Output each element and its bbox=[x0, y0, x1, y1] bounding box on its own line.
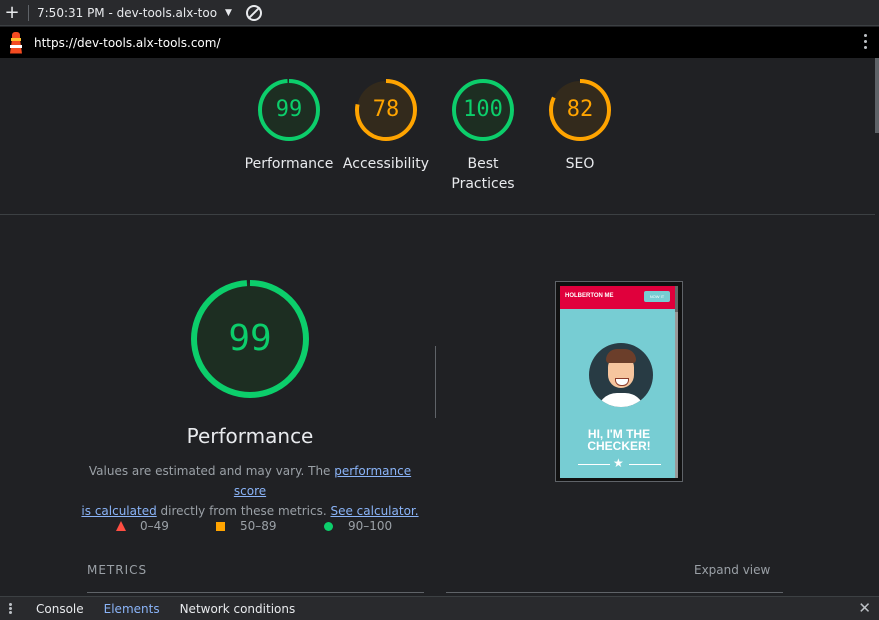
legend-average: 50–89 bbox=[216, 519, 277, 533]
gauge-best-practices[interactable]: 100 Best Practices bbox=[433, 78, 533, 194]
metrics-divider bbox=[87, 592, 424, 593]
gauge-label-line: Practices bbox=[451, 176, 515, 192]
performance-score: 99 bbox=[228, 318, 272, 359]
scrollbar-thumb[interactable] bbox=[875, 58, 879, 133]
gauge-score: 100 bbox=[463, 97, 503, 122]
scrollbar[interactable] bbox=[875, 58, 879, 594]
devtools-drawer: Console Elements Network conditions ✕ bbox=[0, 596, 879, 620]
toolbar-divider bbox=[28, 4, 29, 21]
desc-text: Values are estimated and may vary. The bbox=[88, 464, 335, 478]
drawer-menu-icon[interactable] bbox=[9, 602, 12, 615]
screenshot-image: HOLBERTON ME NOW IT HI, I'M THE CHECKER! … bbox=[560, 286, 678, 478]
tab-console[interactable]: Console bbox=[26, 598, 94, 620]
devtools-toolbar: + 7:50:31 PM - dev-tools.alx-too ▼ bbox=[0, 0, 879, 26]
screenshot-headline: HI, I'M THE CHECKER! bbox=[560, 428, 678, 452]
performance-title: Performance bbox=[186, 424, 314, 448]
legend-pass: 90–100 bbox=[324, 519, 392, 533]
square-icon bbox=[216, 521, 225, 531]
new-report-icon[interactable]: + bbox=[0, 0, 24, 26]
screenshot-button: NOW IT bbox=[644, 291, 670, 302]
legend-pass-label: 90–100 bbox=[348, 519, 393, 533]
legend-fail: 0–49 bbox=[116, 519, 169, 533]
report-selector-label[interactable]: 7:50:31 PM - dev-tools.alx-too bbox=[37, 6, 217, 20]
headline-line: CHECKER! bbox=[587, 439, 651, 453]
see-calculator-link[interactable]: See calculator. bbox=[330, 504, 418, 518]
screenshot-scrollbar bbox=[675, 286, 678, 478]
screenshot-header: HOLBERTON ME NOW IT bbox=[560, 286, 678, 309]
performance-description: Values are estimated and may vary. The p… bbox=[80, 461, 420, 521]
gauge-label-line: Best bbox=[467, 156, 499, 172]
legend-average-label: 50–89 bbox=[240, 519, 277, 533]
gauge-ring: 82 bbox=[548, 78, 612, 142]
vertical-divider bbox=[435, 346, 436, 418]
report-url-bar: https://dev-tools.alx-tools.com/ bbox=[0, 27, 879, 58]
legend-fail-label: 0–49 bbox=[140, 519, 169, 533]
metrics-heading: METRICS bbox=[87, 563, 148, 577]
triangle-icon bbox=[116, 521, 126, 531]
screenshot-rule bbox=[578, 464, 610, 465]
is-calculated-link[interactable]: is calculated bbox=[81, 504, 156, 518]
gauge-label: Best Practices bbox=[433, 154, 533, 194]
circle-icon bbox=[324, 521, 333, 531]
category-gauges: 99 Performance 78 Accessibility 100 Best… bbox=[0, 58, 875, 215]
report-url[interactable]: https://dev-tools.alx-tools.com/ bbox=[34, 36, 221, 50]
metrics-divider bbox=[446, 592, 783, 593]
performance-gauge: 99 bbox=[190, 279, 310, 399]
lighthouse-logo-icon bbox=[8, 31, 24, 54]
gauge-label: Accessibility bbox=[342, 156, 430, 172]
tab-elements[interactable]: Elements bbox=[94, 598, 170, 620]
gauge-score: 99 bbox=[275, 97, 303, 122]
more-options-icon[interactable] bbox=[864, 34, 867, 52]
gauge-accessibility[interactable]: 78 Accessibility bbox=[336, 78, 436, 174]
screenshot-rule bbox=[629, 464, 661, 465]
chevron-down-icon[interactable]: ▼ bbox=[225, 8, 232, 18]
gauge-ring: 100 bbox=[451, 78, 515, 142]
gauge-seo[interactable]: 82 SEO bbox=[530, 78, 630, 174]
gauge-label: Performance bbox=[244, 156, 334, 172]
gauge-score: 78 bbox=[372, 97, 400, 122]
final-screenshot[interactable]: HOLBERTON ME NOW IT HI, I'M THE CHECKER! … bbox=[555, 281, 683, 482]
avatar bbox=[589, 343, 653, 407]
gauge-ring: 99 bbox=[257, 78, 321, 142]
gauge-ring: 78 bbox=[354, 78, 418, 142]
gauge-performance[interactable]: 99 Performance bbox=[239, 78, 339, 174]
star-icon: ★ bbox=[613, 456, 624, 470]
tab-network-conditions[interactable]: Network conditions bbox=[170, 598, 306, 620]
screenshot-brand: HOLBERTON ME bbox=[565, 293, 614, 299]
gauge-label: SEO bbox=[565, 156, 595, 172]
expand-view-toggle[interactable]: Expand view bbox=[694, 563, 770, 577]
close-icon[interactable]: ✕ bbox=[858, 599, 871, 617]
gauge-score: 82 bbox=[566, 97, 594, 122]
clear-reports-icon[interactable] bbox=[245, 4, 262, 21]
desc-text: directly from these metrics. bbox=[156, 504, 331, 518]
